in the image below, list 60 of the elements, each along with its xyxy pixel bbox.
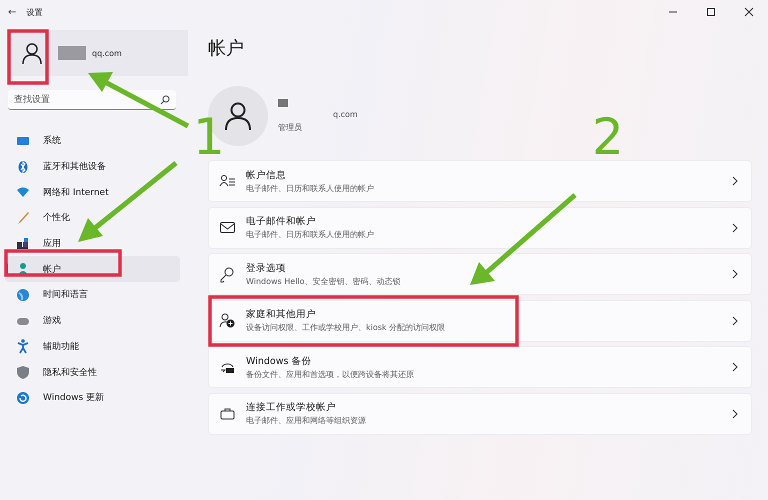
shield-icon xyxy=(15,364,31,380)
nav-item[interactable]: 游戏 xyxy=(5,308,180,334)
settings-card[interactable]: 帐户信息 电子邮件、日历和联系人使用的帐户 xyxy=(208,160,752,202)
chevron-icon xyxy=(731,408,739,418)
card-subtitle: 设备访问权限、工作或学校用户、kiosk 分配的访问权限 xyxy=(246,322,446,333)
card-title: 电子邮件和帐户 xyxy=(246,215,317,228)
nav-item[interactable]: 蓝牙和其他设备 xyxy=(5,154,180,180)
key-icon xyxy=(219,266,236,282)
accessibility-icon xyxy=(15,338,31,354)
settings-card[interactable]: 电子邮件和帐户 电子邮件、日历和联系人使用的帐户 xyxy=(208,206,752,248)
nav-item[interactable]: Windows 更新 xyxy=(5,384,180,411)
card-subtitle: 电子邮件、应用和网络等组织资源 xyxy=(246,415,367,426)
highlight-frame xyxy=(7,29,49,85)
step-number: 2 xyxy=(592,112,624,162)
settings-card[interactable]: 登录选项 Windows Hello、安全密钥、密码、动态锁 xyxy=(208,253,752,295)
chevron-icon xyxy=(731,269,739,279)
redaction-block xyxy=(58,46,86,60)
window-title: 设置 xyxy=(26,6,42,18)
avatar-icon xyxy=(20,41,44,65)
mail-icon xyxy=(219,219,236,236)
card-title: 家庭和其他用户 xyxy=(246,308,317,321)
card-subtitle: 备份文件、应用和首选项，以便跨设备将其还原 xyxy=(246,368,415,380)
nav-item[interactable]: 辅助功能 xyxy=(5,334,180,360)
update-icon xyxy=(15,390,31,406)
back-button[interactable]: ← xyxy=(8,6,16,18)
page-title: 帐户 xyxy=(208,37,245,61)
card-subtitle: 电子邮件、日历和联系人使用的帐户 xyxy=(246,182,375,194)
account-email: qq.com xyxy=(92,48,122,58)
card-title: 帐户信息 xyxy=(246,168,287,182)
card-subtitle: Windows Hello、安全密钥、密码、动态锁 xyxy=(246,276,402,286)
settings-card[interactable]: 连接工作或学校帐户 电子邮件、应用和网络等组织资源 xyxy=(208,392,752,434)
card-subtitle: 电子邮件、日历和联系人使用的帐户 xyxy=(246,229,375,240)
card-title: 登录选项 xyxy=(246,262,287,274)
chevron-icon xyxy=(731,176,739,186)
maximize-icon xyxy=(706,7,716,17)
nav-item[interactable]: 网络和 Internet xyxy=(5,179,180,206)
apps-icon xyxy=(15,236,31,252)
step-number: 1 xyxy=(193,112,225,162)
settings-card[interactable]: Windows 备份 备份文件、应用和首选项，以便跨设备将其还原 xyxy=(208,346,752,388)
account-email: q.com xyxy=(333,110,358,119)
nav-item[interactable]: 系统 xyxy=(5,128,180,154)
profile-card[interactable]: qq.com xyxy=(8,30,188,76)
nav-item[interactable]: 个性化 xyxy=(5,205,180,231)
nav-item[interactable]: 时间和语言 xyxy=(5,282,180,308)
nav-item[interactable]: 帐户 xyxy=(5,256,180,282)
chevron-icon xyxy=(731,362,739,372)
chevron-icon xyxy=(731,316,739,326)
person-icon xyxy=(223,101,253,131)
nav-item[interactable]: 应用 xyxy=(5,230,180,256)
close-icon xyxy=(744,7,754,17)
card-title: 连接工作或学校帐户 xyxy=(246,401,337,414)
card-title: Windows 备份 xyxy=(246,354,312,368)
people-icon xyxy=(219,312,236,329)
account-role: 管理员 xyxy=(278,122,303,133)
search-field[interactable]: 查找设置 xyxy=(8,90,176,110)
search-icon xyxy=(160,95,170,105)
nav-item[interactable]: 隐私和安全性 xyxy=(5,359,180,385)
redaction-block xyxy=(278,99,288,107)
chevron-icon xyxy=(731,222,739,232)
brush-icon xyxy=(15,210,31,226)
